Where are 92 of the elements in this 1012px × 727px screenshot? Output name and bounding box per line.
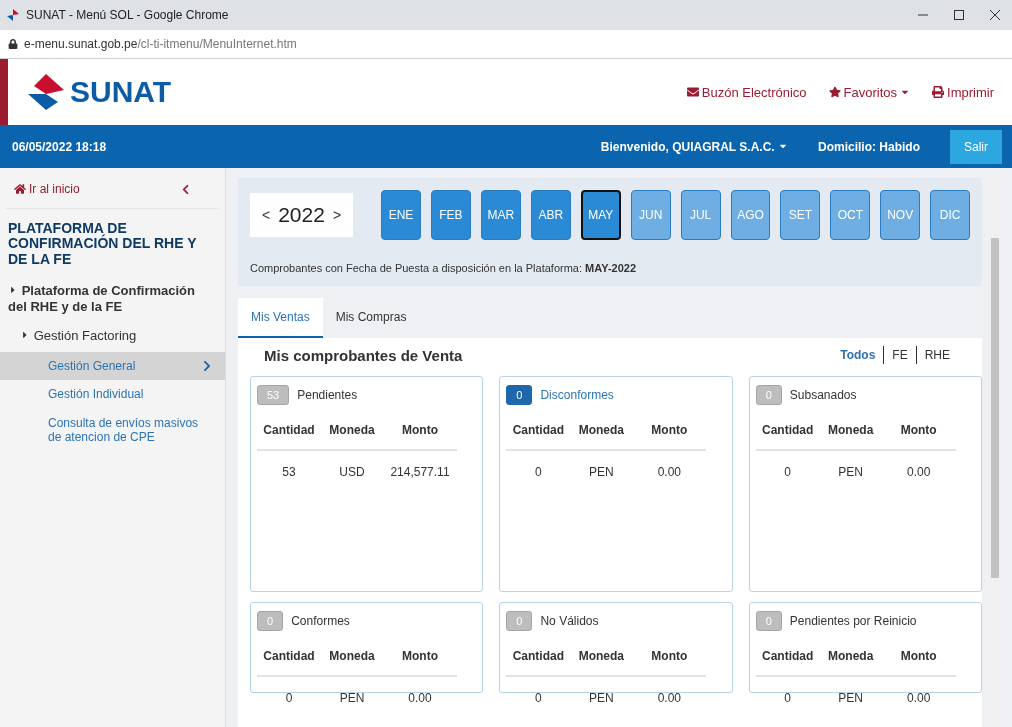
column-header: Cantidad <box>262 423 316 437</box>
count-badge: 0 <box>257 611 284 631</box>
column-header: Monto <box>650 649 689 663</box>
table-cell-text: USD <box>338 465 366 479</box>
table-cell-text: 0 <box>783 691 792 705</box>
table-cell-text: 0 <box>534 465 543 479</box>
header-link[interactable]: Buzón Electrónico <box>686 84 807 100</box>
card-title: Pendientes por Reinicio <box>789 614 917 628</box>
card-title: No Válidos <box>540 614 599 628</box>
column-header: Monto <box>899 649 938 663</box>
table-cell-text: PEN <box>588 691 615 705</box>
date-time: 06/05/2022 18:18 <box>12 139 107 154</box>
logo-icon <box>26 72 66 112</box>
collapse-icon[interactable] <box>180 183 191 195</box>
month-button[interactable]: ABR <box>530 190 571 240</box>
column-header: Cantidad <box>262 649 316 663</box>
column-header: Cantidad <box>761 423 815 437</box>
table-cell-text: 0 <box>783 465 792 479</box>
tab[interactable]: Mis Compras <box>322 298 420 338</box>
table-cell-text: PEN <box>588 465 615 479</box>
sidebar-item[interactable]: Plataforma de Confirmación del RHE y de la FE <box>0 277 225 321</box>
printer-icon <box>932 86 945 98</box>
month-button[interactable]: MAY <box>580 190 621 240</box>
address-field[interactable]: e-menu.sunat.gob.pe/cl-ti-itmenu/MenuInternet.htm <box>24 37 297 51</box>
table-cell-text: 0.00 <box>905 465 932 479</box>
sidebar-item[interactable]: Gestión General <box>0 351 225 381</box>
table-cell-text: 0 <box>284 691 294 705</box>
scrollbar-thumb[interactable] <box>991 238 999 578</box>
envelope-icon <box>686 86 699 98</box>
table-cell-text: PEN <box>837 691 864 705</box>
filter-link[interactable]: Todos <box>832 346 884 364</box>
column-header: Monto <box>401 423 439 437</box>
sidebar-item[interactable]: Gestión Individual <box>0 380 225 409</box>
sidebar-item[interactable]: Gestión Factoring <box>0 320 225 352</box>
lock-icon <box>8 39 18 49</box>
next-year-button[interactable]: > <box>332 207 342 223</box>
home-icon <box>14 183 26 195</box>
logo-text: SUNAT <box>70 75 172 109</box>
column-header: Monto <box>899 423 938 437</box>
column-header: Moneda <box>577 649 625 663</box>
column-header: Monto <box>401 649 439 663</box>
table-cell-text: 0.00 <box>656 691 682 705</box>
card-title: Subsanados <box>789 388 857 402</box>
column-header: Monto <box>650 423 689 437</box>
year-text: 2022 <box>278 203 325 227</box>
month-button[interactable]: ENE <box>381 190 421 240</box>
column-header: Moneda <box>328 649 376 663</box>
column-header: Moneda <box>577 423 625 437</box>
count-badge: 0 <box>755 611 782 631</box>
column-header: Moneda <box>827 649 875 663</box>
column-header: Moneda <box>827 423 875 437</box>
window-title: SUNAT - Menú SOL - Google Chrome <box>26 8 229 22</box>
close-icon[interactable] <box>990 10 1000 20</box>
filter-link[interactable]: FE <box>883 346 916 364</box>
month-button[interactable]: FEB <box>431 190 471 240</box>
table-cell-text: 214,577.11 <box>389 465 451 479</box>
star-icon <box>828 86 841 98</box>
period-note: Comprobantes con Fecha de Puesta a disposición en la Plataforma: MAY-2022 <box>250 262 638 274</box>
count-badge: 0 <box>506 611 533 631</box>
card-title: Disconformes <box>540 388 614 402</box>
sidebar-item[interactable]: Consulta de envíos masivos de atencion de CPE <box>0 408 225 452</box>
maximize-icon[interactable] <box>954 10 964 20</box>
tab[interactable]: Mis Ventas <box>238 298 323 338</box>
address-status: Domicilio: Habido <box>818 139 920 154</box>
table-cell-text: 0.00 <box>407 691 433 705</box>
section-title: Mis comprobantes de Venta <box>264 346 463 364</box>
column-header: Moneda <box>328 423 376 437</box>
table-cell-text: 53 <box>281 465 297 479</box>
sidebar-title: PLATAFORMA DE CONFIRMACIÓN DEL RHE Y DE LA FE <box>7 219 198 269</box>
column-header: Cantidad <box>761 649 815 663</box>
table-cell-text: PEN <box>338 691 366 705</box>
card-title: Conformes <box>291 614 350 628</box>
table-cell-text: 0 <box>534 691 543 705</box>
month-button[interactable]: MAR <box>480 190 521 240</box>
column-header: Cantidad <box>511 649 565 663</box>
count-badge: 0 <box>755 385 782 405</box>
filter-link[interactable]: RHE <box>915 346 958 364</box>
logo-icon <box>6 8 20 22</box>
home-link[interactable]: Ir al inicio <box>14 182 80 196</box>
card-title: Pendientes <box>297 388 358 402</box>
previous-year-button[interactable]: < <box>262 207 271 223</box>
header-link[interactable]: Favoritos <box>828 84 911 100</box>
chevron-right-icon <box>201 360 213 373</box>
count-badge: 0 <box>506 385 533 405</box>
table-cell-text: PEN <box>837 465 864 479</box>
table-cell-text: 0.00 <box>905 691 932 705</box>
table-cell-text: 0.00 <box>656 465 682 479</box>
column-header: Cantidad <box>511 423 565 437</box>
header-link[interactable]: Imprimir <box>932 84 994 100</box>
user-menu[interactable]: Bienvenido, QUIAGRAL S.A.C. <box>600 139 788 154</box>
logout-button[interactable]: Salir <box>950 129 1002 164</box>
count-badge: 53 <box>257 385 290 405</box>
